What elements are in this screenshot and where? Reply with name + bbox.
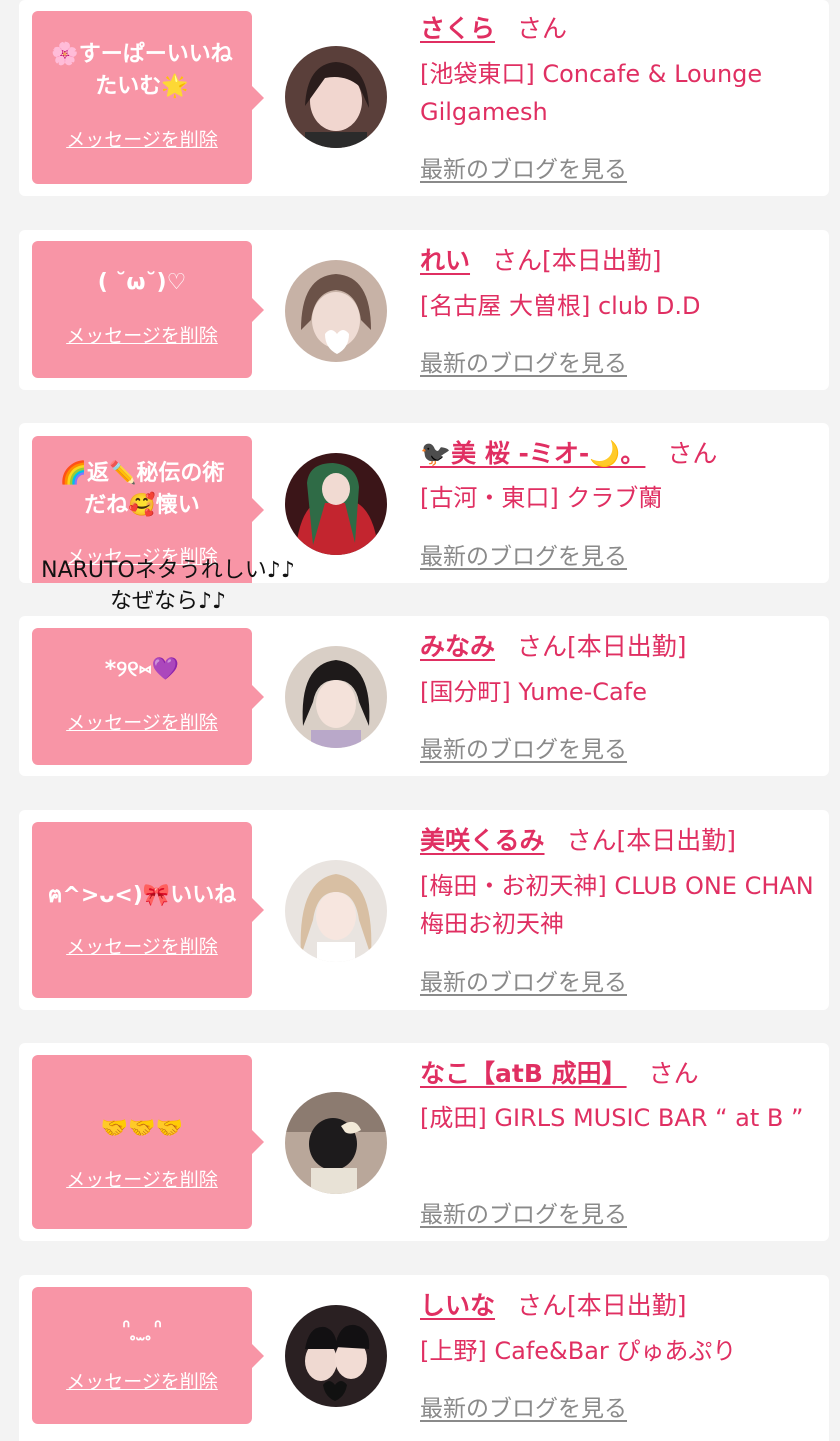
shift-badge: [本日出勤] (567, 1291, 687, 1320)
message-line: ᐢ ̥ ̫ ̥ᐢ (121, 1316, 163, 1341)
message-bubble: ( ˘ω˘)♡ メッセージを削除 (32, 241, 264, 378)
honorific: さん (566, 826, 617, 855)
avatar[interactable] (285, 1305, 387, 1407)
name-line: れい さん[本日出勤] (420, 244, 662, 278)
shift-badge: [本日出勤] (567, 632, 687, 661)
name-line: なこ【atB 成田】 さん (420, 1057, 699, 1091)
avatar[interactable] (285, 453, 387, 555)
cast-name-link[interactable]: 🐦‍⬛美 桜 -ミオ-🌙。 (420, 439, 645, 468)
latest-blog-link[interactable]: 最新のブログを見る (420, 1389, 627, 1423)
store-name: [成田] GIRLS MUSIC BAR “ at B ” (420, 1104, 804, 1132)
avatar[interactable] (285, 46, 387, 148)
message-text: 🤝🤝🤝 (32, 1113, 252, 1145)
cast-name-link[interactable]: しいな (420, 1291, 495, 1320)
name-line: しいな さん[本日出勤] (420, 1289, 687, 1323)
latest-blog-link[interactable]: 最新のブログを見る (420, 537, 627, 571)
latest-blog-link[interactable]: 最新のブログを見る (420, 963, 627, 997)
honorific: さん (517, 632, 568, 661)
shift-badge: [本日出勤] (542, 246, 662, 275)
store-name: [古河・東口] クラブ蘭 (420, 484, 663, 512)
message-line: 🤝🤝🤝 (100, 1116, 184, 1141)
honorific: さん (648, 1059, 699, 1088)
cast-name-link[interactable]: さくら (420, 14, 495, 43)
list-item: 🌸すーぱーいいね たいむ🌟 メッセージを削除 さくら さん [池袋東口] Conc… (19, 0, 829, 196)
list-item: ( ˘ω˘)♡ メッセージを削除 れい さん[本日出勤] [名古屋 大曽根] cl… (19, 230, 829, 390)
message-text: ᐢ ̥ ̫ ̥ᐢ (32, 1313, 252, 1345)
honorific: さん (667, 439, 718, 468)
overlay-caption-line: なぜなら♪♪ (109, 589, 227, 614)
message-text: ( ˘ω˘)♡ (32, 267, 252, 299)
avatar[interactable] (285, 860, 387, 962)
cast-name-link[interactable]: れい (420, 246, 470, 275)
message-line: 🌸すーぱーいいね (51, 42, 233, 67)
delete-message-link[interactable]: メッセージを削除 (32, 708, 252, 735)
list-item: *୨୧⑅💜 メッセージを削除 みなみ さん[本日出勤] [国分町] Yume-Ca… (19, 616, 829, 776)
message-line: ( ˘ω˘)♡ (97, 270, 187, 295)
name-line: さくら さん (420, 12, 567, 46)
delete-message-link[interactable]: メッセージを削除 (32, 1165, 252, 1192)
message-bubble: 🌸すーぱーいいね たいむ🌟 メッセージを削除 (32, 11, 264, 184)
message-bubble: *୨୧⑅💜 メッセージを削除 (32, 628, 264, 765)
name-line: 美咲くるみ さん[本日出勤] (420, 824, 736, 858)
store-name: [国分町] Yume-Cafe (420, 678, 647, 706)
overlay-caption: NARUTOネタうれしい♪♪ なぜなら♪♪ (18, 555, 318, 617)
name-line: 🐦‍⬛美 桜 -ミオ-🌙。 さん (420, 437, 717, 471)
latest-blog-link[interactable]: 最新のブログを見る (420, 1195, 627, 1229)
store-name: [上野] Cafe&Bar ぴゅあぷり (420, 1337, 737, 1365)
store-name: [池袋東口] Concafe & Lounge Gilgamesh (420, 60, 763, 126)
cast-name-link[interactable]: みなみ (420, 632, 495, 661)
cast-name-link[interactable]: なこ【atB 成田】 (420, 1059, 627, 1088)
overlay-caption-line: NARUTOネタうれしい♪♪ (41, 558, 295, 583)
list-item: 🤝🤝🤝 メッセージを削除 なこ【atB 成田】 さん [成田] GIRLS MUS… (19, 1043, 829, 1241)
message-text: *୨୧⑅💜 (32, 654, 252, 686)
name-line: みなみ さん[本日出勤] (420, 630, 687, 664)
avatar[interactable] (285, 1092, 387, 1194)
store-name: [梅田・お初天神] CLUB ONE CHAN 梅田お初天神 (420, 872, 814, 938)
message-text: 🌈返✏️秘伝の術 だね🥰懐い (32, 458, 252, 522)
shift-badge: [本日出勤] (616, 826, 737, 855)
avatar[interactable] (285, 646, 387, 748)
message-text: ฅ^>ᴗ<)🎀いいね (32, 880, 252, 912)
list-item: ᐢ ̥ ̫ ̥ᐢ メッセージを削除 しいな さん[本日出勤] [上野] Cafe&… (19, 1275, 829, 1441)
latest-blog-link[interactable]: 最新のブログを見る (420, 344, 627, 378)
cast-name-link[interactable]: 美咲くるみ (420, 826, 545, 855)
delete-message-link[interactable]: メッセージを削除 (32, 1367, 252, 1394)
delete-message-link[interactable]: メッセージを削除 (32, 321, 252, 348)
message-line: *୨୧⑅💜 (104, 657, 180, 682)
avatar[interactable] (285, 260, 387, 362)
message-text: 🌸すーぱーいいね たいむ🌟 (32, 39, 252, 103)
list-item: ฅ^>ᴗ<)🎀いいね メッセージを削除 美咲くるみ さん[本日出勤] [梅田・お初… (19, 810, 829, 1010)
delete-message-link[interactable]: メッセージを削除 (32, 125, 252, 152)
honorific: さん (517, 1291, 568, 1320)
message-bubble: 🤝🤝🤝 メッセージを削除 (32, 1055, 264, 1229)
honorific: さん (492, 246, 543, 275)
message-bubble: ᐢ ̥ ̫ ̥ᐢ メッセージを削除 (32, 1287, 264, 1424)
honorific: さん (517, 14, 568, 43)
latest-blog-link[interactable]: 最新のブログを見る (420, 730, 627, 764)
message-bubble: ฅ^>ᴗ<)🎀いいね メッセージを削除 (32, 822, 264, 998)
message-line: ฅ^>ᴗ<)🎀いいね (47, 883, 237, 908)
delete-message-link[interactable]: メッセージを削除 (32, 932, 252, 959)
message-line: たいむ🌟 (95, 74, 189, 99)
message-line: 🌈返✏️秘伝の術 (59, 461, 225, 486)
message-line: だね🥰懐い (84, 493, 200, 518)
store-name: [名古屋 大曽根] club D.D (420, 292, 701, 320)
latest-blog-link[interactable]: 最新のブログを見る (420, 150, 627, 184)
